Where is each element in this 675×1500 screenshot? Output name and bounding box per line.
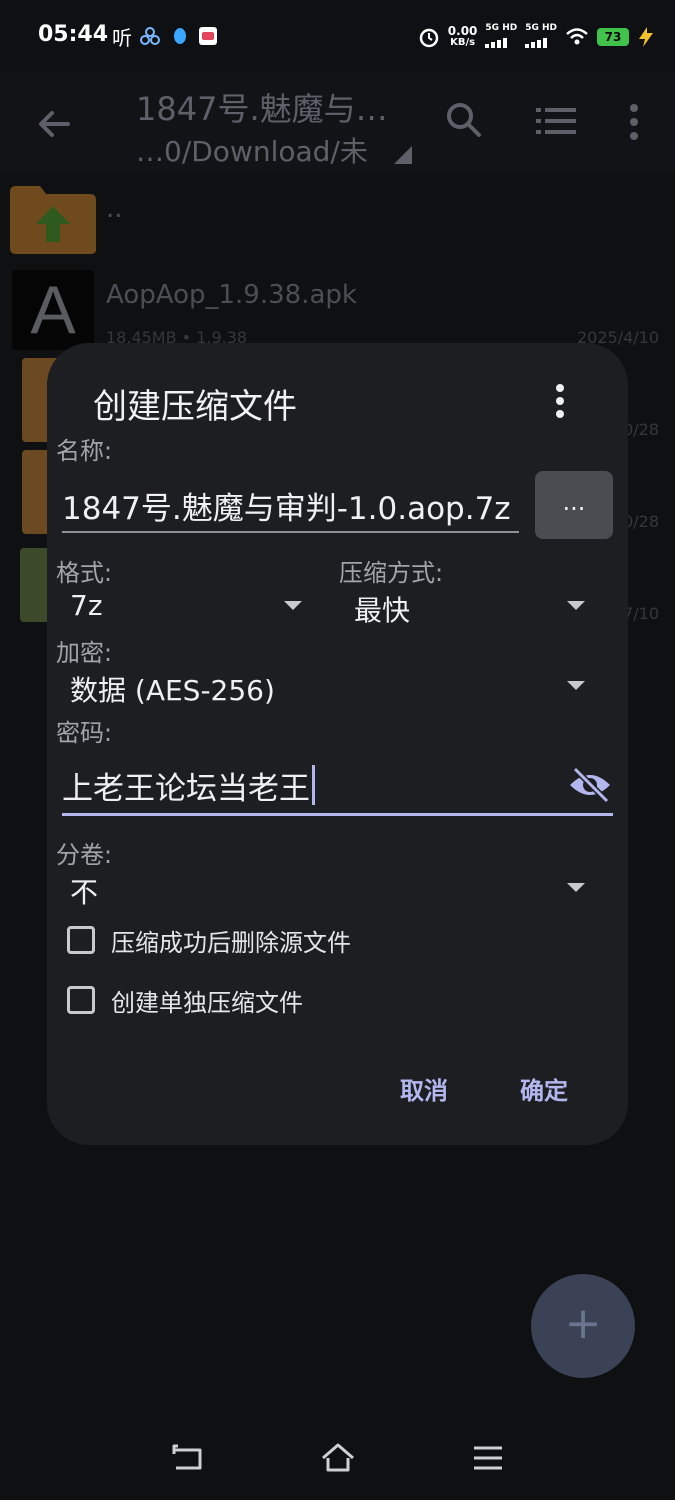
compression-dropdown-icon[interactable] <box>567 601 585 610</box>
create-archive-dialog: 创建压缩文件 名称: 1847号.魅魔与审判-1.0.aop.7z ... 格式… <box>47 343 628 1145</box>
more-options-icon[interactable] <box>624 102 644 142</box>
separate-archive-label: 创建单独压缩文件 <box>111 988 303 1017</box>
compression-label: 压缩方式: <box>339 559 444 587</box>
format-label: 格式: <box>56 559 113 587</box>
signal-sim2: 5G HD <box>525 23 557 52</box>
status-time: 05:44 <box>38 22 109 47</box>
ok-button[interactable]: 确定 <box>520 1071 568 1106</box>
encryption-select[interactable]: 数据 (AES-256) <box>70 669 275 709</box>
app-notification-icon <box>140 27 160 45</box>
name-input-underline <box>62 531 519 533</box>
app-badge-icon <box>199 27 217 45</box>
list-item-apk[interactable]: A AopAop_1.9.38.apk 18.45MB • 1.9.38 202… <box>0 268 675 350</box>
hide-password-eye-icon[interactable] <box>567 765 613 805</box>
nav-home-icon[interactable] <box>320 1440 356 1476</box>
add-fab-button[interactable]: + <box>531 1274 635 1378</box>
list-view-icon[interactable] <box>536 106 576 136</box>
password-value: 上老王论坛当老王 <box>62 771 310 807</box>
nav-recents-icon[interactable] <box>470 1440 506 1476</box>
network-speed: 0.00 KB/s <box>448 25 478 49</box>
password-label: 密码: <box>56 719 113 747</box>
path-dropdown-indicator[interactable] <box>394 146 412 164</box>
folder-up-icon <box>10 186 96 254</box>
status-bar: 05:44 听 0.00 KB/s 5G HD 5G HD 73 <box>0 0 675 72</box>
split-label: 分卷: <box>56 841 113 869</box>
network-type-1: 5G HD <box>485 22 518 33</box>
delete-source-option[interactable]: 压缩成功后删除源文件 <box>67 923 351 957</box>
apk-icon: A <box>12 270 94 350</box>
page-title[interactable]: 1847号.魅魔与… <box>136 84 388 130</box>
text-cursor <box>312 765 315 805</box>
file-date: 0/28 <box>623 420 659 439</box>
file-date: 7/10 <box>623 604 659 623</box>
archive-name-input[interactable]: 1847号.魅魔与审判-1.0.aop.7z <box>62 483 511 528</box>
file-name: .. <box>106 194 123 224</box>
encryption-label: 加密: <box>56 639 113 667</box>
battery-indicator: 73 <box>597 28 629 46</box>
wifi-icon <box>566 28 588 45</box>
alarm-icon <box>419 28 439 48</box>
split-select[interactable]: 不 <box>70 871 98 911</box>
speed-value: 0.00 <box>447 24 478 38</box>
signal-bars-icon <box>485 37 508 48</box>
signal-sim1: 5G HD <box>485 23 517 52</box>
listen-indicator: 听 <box>112 26 132 50</box>
compression-select[interactable]: 最快 <box>354 589 410 629</box>
network-type-2: 5G HD <box>525 22 557 33</box>
encryption-dropdown-icon[interactable] <box>567 681 585 690</box>
separate-archive-checkbox[interactable] <box>67 986 95 1014</box>
split-dropdown-icon[interactable] <box>567 883 585 892</box>
delete-source-checkbox[interactable] <box>67 926 95 954</box>
qq-icon <box>174 28 186 44</box>
name-label: 名称: <box>56 437 113 465</box>
browse-button[interactable]: ... <box>535 471 613 539</box>
password-input-underline <box>62 813 613 816</box>
back-arrow-icon[interactable] <box>34 104 74 144</box>
cancel-button[interactable]: 取消 <box>400 1071 448 1106</box>
dialog-title: 创建压缩文件 <box>93 387 297 427</box>
format-dropdown-icon[interactable] <box>284 601 302 610</box>
nav-back-icon[interactable] <box>170 1440 206 1476</box>
list-item-parent[interactable]: .. <box>0 180 675 262</box>
dialog-more-icon[interactable] <box>553 383 567 419</box>
search-icon[interactable] <box>444 100 484 140</box>
status-right-cluster: 0.00 KB/s 5G HD 5G HD 73 <box>418 22 655 52</box>
file-date: 0/28 <box>623 512 659 531</box>
signal-bars-icon <box>525 37 548 48</box>
speed-unit: KB/s <box>450 37 476 48</box>
charging-icon <box>639 27 653 47</box>
password-input[interactable]: 上老王论坛当老王 <box>62 763 315 808</box>
format-select[interactable]: 7z <box>70 589 103 622</box>
path-subtitle[interactable]: …0/Download/未 <box>136 130 368 170</box>
file-name: AopAop_1.9.38.apk <box>106 280 357 310</box>
separate-archive-option[interactable]: 创建单独压缩文件 <box>67 983 303 1017</box>
delete-source-label: 压缩成功后删除源文件 <box>111 928 351 957</box>
